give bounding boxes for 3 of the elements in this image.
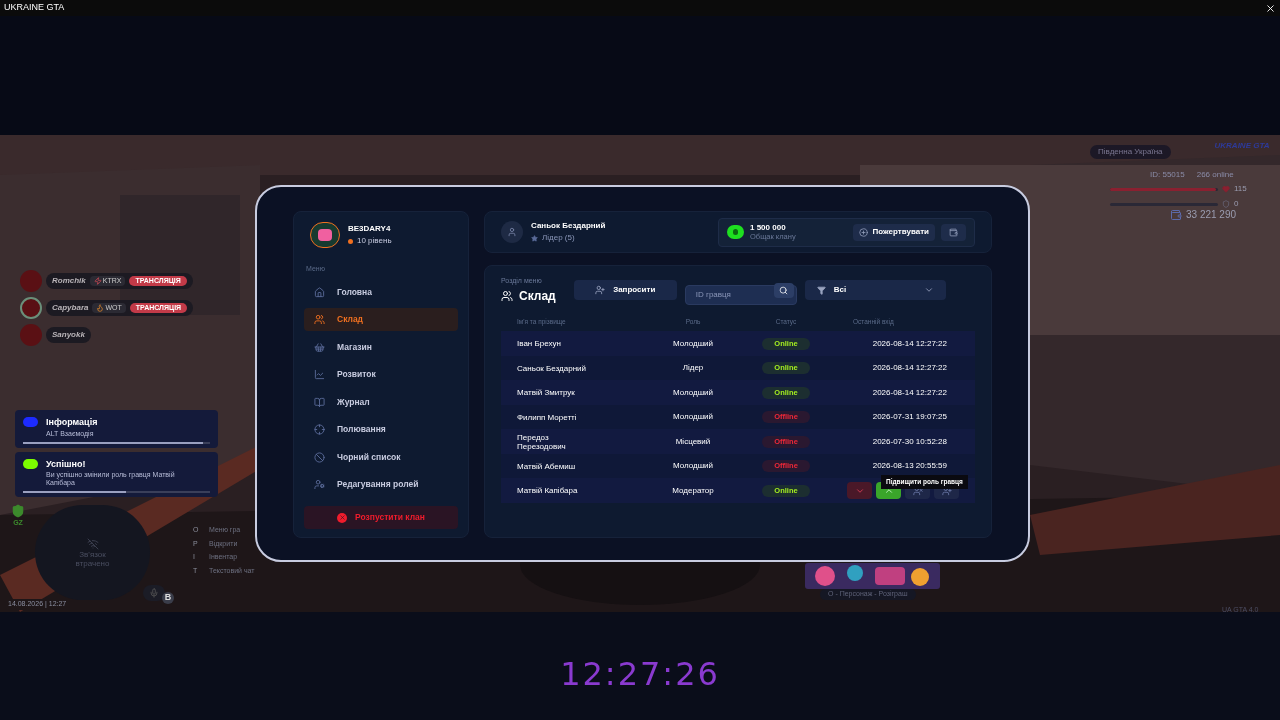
clock: 12:27:26 [560,654,720,695]
close-icon[interactable] [1265,2,1276,14]
window-title: UKRAINE GTA [4,1,65,15]
